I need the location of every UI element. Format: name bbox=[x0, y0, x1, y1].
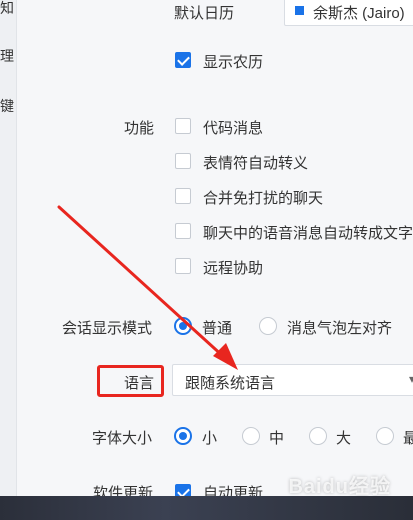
annotation-arrow bbox=[57, 205, 238, 370]
